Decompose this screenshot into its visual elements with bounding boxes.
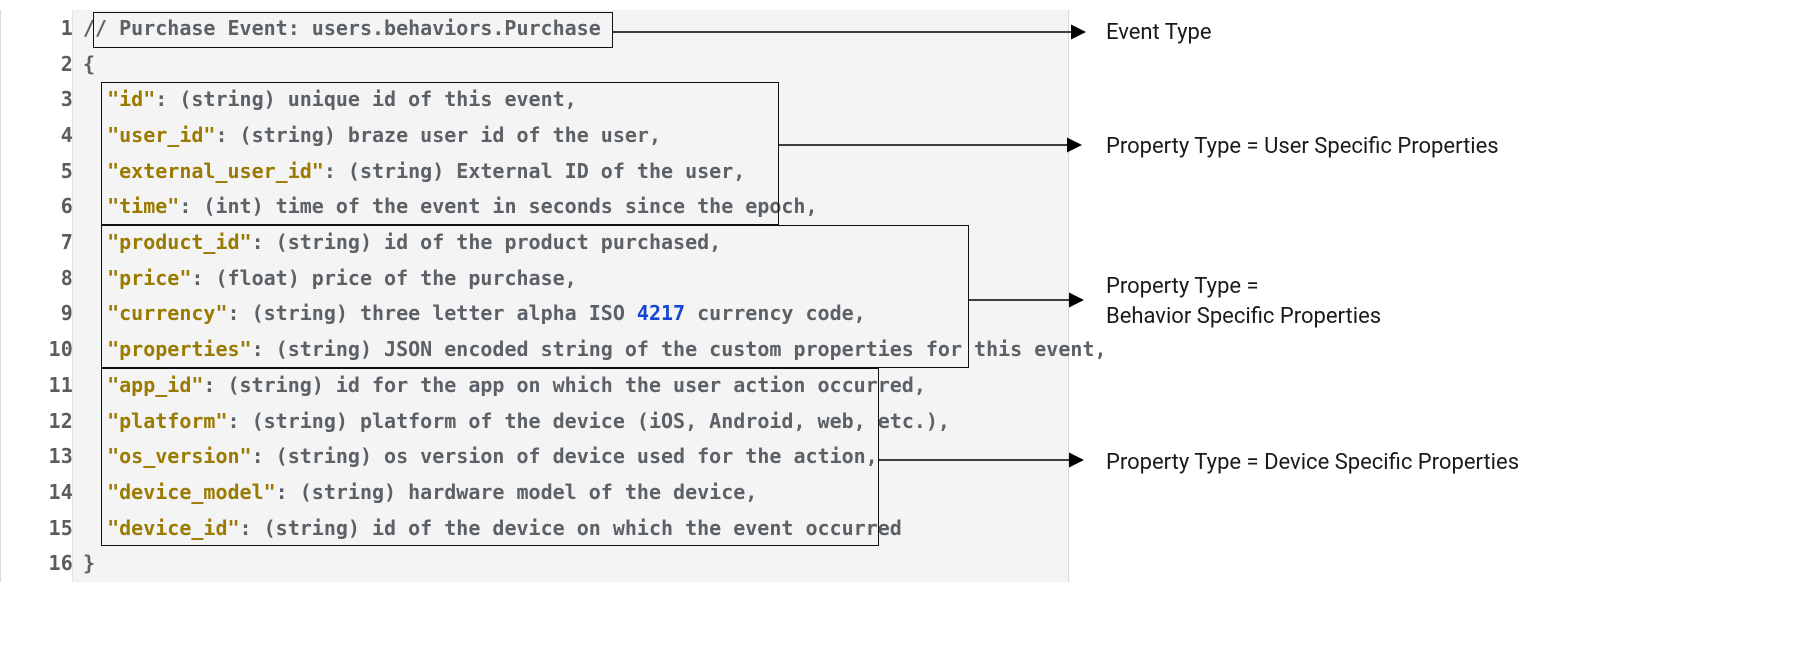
code-text: "external_user_id": (string) External ID…	[73, 159, 745, 183]
arrow-behavior-props	[969, 290, 1099, 310]
code-text: // Purchase Event: users.behaviors.Purch…	[73, 16, 601, 40]
code-text: "price": (float) price of the purchase,	[73, 266, 577, 290]
line-number: 6	[1, 194, 73, 218]
code-line: 2{	[1, 46, 1068, 82]
line-number: 5	[1, 159, 73, 183]
line-number: 1	[1, 16, 73, 40]
code-text: "id": (string) unique id of this event,	[73, 87, 577, 111]
code-text: {	[73, 52, 95, 76]
arrow-user-props	[779, 135, 1097, 155]
code-text: }	[73, 551, 95, 575]
code-text: "device_id": (string) id of the device o…	[73, 516, 902, 540]
label-event-type: Event Type	[1106, 18, 1212, 48]
code-text: "os_version": (string) os version of dev…	[73, 444, 878, 468]
code-text: "product_id": (string) id of the product…	[73, 230, 721, 254]
code-line: 9 "currency": (string) three letter alph…	[1, 296, 1068, 332]
code-line: 3 "id": (string) unique id of this event…	[1, 81, 1068, 117]
code-text: "time": (int) time of the event in secon…	[73, 194, 818, 218]
line-number: 10	[1, 337, 73, 361]
line-number: 11	[1, 373, 73, 397]
label-device-props: Property Type = Device Specific Properti…	[1106, 448, 1519, 478]
code-line: 14 "device_model": (string) hardware mod…	[1, 474, 1068, 510]
code-text: "platform": (string) platform of the dev…	[73, 409, 950, 433]
code-line: 16}	[1, 546, 1068, 582]
line-number: 16	[1, 551, 73, 575]
arrow-device-props	[879, 450, 1099, 470]
line-number: 12	[1, 409, 73, 433]
line-number: 4	[1, 123, 73, 147]
code-line: 8 "price": (float) price of the purchase…	[1, 260, 1068, 296]
code-line: 7 "product_id": (string) id of the produ…	[1, 224, 1068, 260]
line-number: 15	[1, 516, 73, 540]
code-text: "app_id": (string) id for the app on whi…	[73, 373, 926, 397]
code-line: 5 "external_user_id": (string) External …	[1, 153, 1068, 189]
code-text: "user_id": (string) braze user id of the…	[73, 123, 661, 147]
line-number: 9	[1, 301, 73, 325]
line-number: 7	[1, 230, 73, 254]
code-text: "device_model": (string) hardware model …	[73, 480, 757, 504]
code-line: 15 "device_id": (string) id of the devic…	[1, 510, 1068, 546]
label-behavior-props: Property Type = Behavior Specific Proper…	[1106, 272, 1381, 331]
diagram-stage: 1// Purchase Event: users.behaviors.Purc…	[0, 0, 1803, 670]
code-line: 10 "properties": (string) JSON encoded s…	[1, 331, 1068, 367]
line-number: 8	[1, 266, 73, 290]
line-number: 2	[1, 52, 73, 76]
arrow-event-type	[613, 22, 1098, 42]
line-number: 13	[1, 444, 73, 468]
label-user-props: Property Type = User Specific Properties	[1106, 132, 1499, 162]
code-text: "properties": (string) JSON encoded stri…	[73, 337, 1107, 361]
code-text: "currency": (string) three letter alpha …	[73, 301, 866, 325]
line-number: 14	[1, 480, 73, 504]
code-panel: 1// Purchase Event: users.behaviors.Purc…	[0, 10, 1069, 582]
code-line: 11 "app_id": (string) id for the app on …	[1, 367, 1068, 403]
code-line: 12 "platform": (string) platform of the …	[1, 403, 1068, 439]
line-number: 3	[1, 87, 73, 111]
code-line: 6 "time": (int) time of the event in sec…	[1, 189, 1068, 225]
